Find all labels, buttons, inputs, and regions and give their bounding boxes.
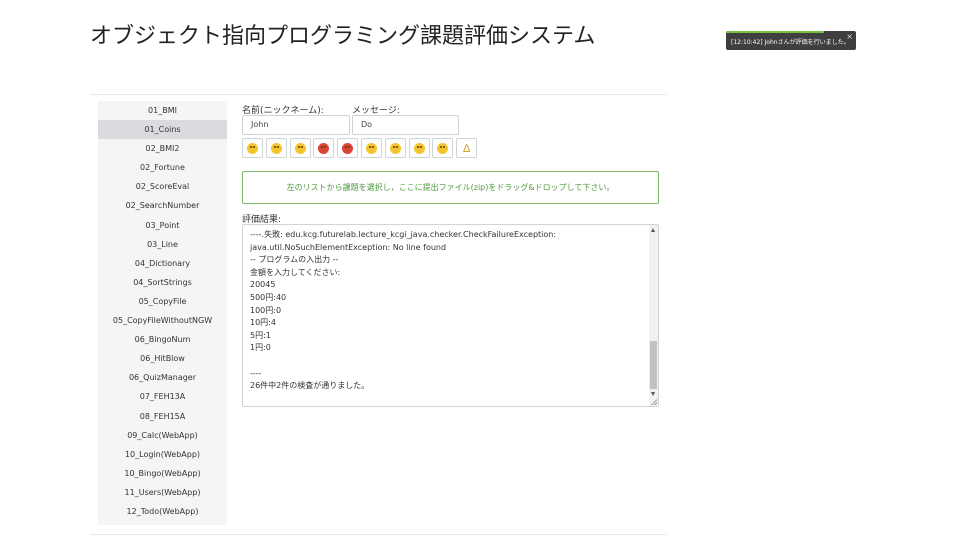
devil-face-icon bbox=[318, 142, 330, 154]
angry-face-icon bbox=[342, 142, 354, 154]
sidebar-item[interactable]: 10_Login(WebApp) bbox=[98, 445, 227, 464]
emoji-button[interactable] bbox=[265, 138, 287, 158]
toast-message: [12:10:42] Johnさんが評価を行いました。 bbox=[731, 39, 850, 46]
emoji-button[interactable] bbox=[408, 138, 430, 158]
scroll-down-icon[interactable] bbox=[651, 392, 655, 396]
sidebar-item[interactable]: 02_Fortune bbox=[98, 158, 227, 177]
result-text: ----.失敗: edu.kcg.futurelab.lecture_kcgi_… bbox=[250, 229, 645, 393]
result-line: 26件中2件の検査が通りました。 bbox=[250, 381, 370, 391]
sidebar-item[interactable]: 03_Line bbox=[98, 235, 227, 254]
file-drop-zone[interactable]: 左のリストから課題を選択し，ここに提出ファイル(zip)をドラッグ&ドロップして… bbox=[242, 171, 659, 204]
sidebar-item[interactable]: 01_BMI bbox=[98, 101, 227, 120]
result-line: -- プログラムの入出力 -- bbox=[250, 255, 339, 265]
emoji-button[interactable] bbox=[337, 138, 359, 158]
cat-face-icon bbox=[413, 142, 425, 154]
result-line: 1円:0 bbox=[250, 343, 271, 353]
emoji-button[interactable] bbox=[289, 138, 311, 158]
resize-handle-icon[interactable] bbox=[651, 399, 657, 405]
sidebar-item[interactable]: 02_ScoreEval bbox=[98, 177, 227, 196]
close-icon[interactable]: × bbox=[846, 32, 853, 41]
result-line: java.util.NoSuchElementException: No lin… bbox=[250, 242, 447, 252]
sidebar-item[interactable]: 06_HitBlow bbox=[98, 349, 227, 368]
sidebar-item[interactable]: 05_CopyFileWithoutNGW bbox=[98, 311, 227, 330]
result-line: 500円:40 bbox=[250, 292, 287, 302]
emoji-button[interactable] bbox=[384, 138, 406, 158]
notification-toast[interactable]: [12:10:42] Johnさんが評価を行いました。 × bbox=[726, 31, 856, 50]
sidebar-item[interactable]: 04_SortStrings bbox=[98, 273, 227, 292]
result-textarea[interactable]: ----.失敗: edu.kcg.futurelab.lecture_kcgi_… bbox=[242, 224, 659, 407]
emoji-button[interactable] bbox=[242, 138, 263, 158]
result-line: ----.失敗: edu.kcg.futurelab.lecture_kcgi_… bbox=[250, 230, 557, 239]
result-scrollbar[interactable] bbox=[649, 225, 658, 406]
top-divider bbox=[90, 94, 667, 95]
message-input[interactable]: Do bbox=[352, 115, 459, 135]
result-line: 100円:0 bbox=[250, 305, 282, 315]
result-line bbox=[250, 355, 645, 368]
sidebar-item[interactable]: 05_CopyFile bbox=[98, 292, 227, 311]
wink-face-icon bbox=[366, 142, 377, 154]
emoji-button[interactable] bbox=[361, 138, 382, 158]
result-line: 5円:1 bbox=[250, 330, 271, 340]
result-line: 20045 bbox=[250, 280, 276, 290]
grin-face-icon bbox=[270, 142, 282, 154]
sidebar-item[interactable]: 06_QuizManager bbox=[98, 368, 227, 387]
sidebar-item[interactable]: 06_BingoNum bbox=[98, 330, 227, 349]
sidebar-item[interactable]: 12_Todo(WebApp) bbox=[98, 502, 227, 521]
result-line: 10円:4 bbox=[250, 318, 276, 328]
bottom-divider bbox=[90, 534, 667, 535]
scream-face-icon bbox=[389, 142, 401, 154]
sidebar-item[interactable]: 02_BMI2 bbox=[98, 139, 227, 158]
praying-hands-icon: ∆ bbox=[463, 141, 471, 155]
emoji-button[interactable]: ∆ bbox=[456, 138, 478, 158]
sidebar-item[interactable]: 09_Calc(WebApp) bbox=[98, 426, 227, 445]
toast-progress-bar bbox=[726, 31, 824, 33]
scroll-up-icon[interactable] bbox=[651, 228, 655, 232]
name-input[interactable]: John bbox=[242, 115, 350, 135]
sidebar-item[interactable]: 10_Bingo(WebApp) bbox=[98, 464, 227, 483]
squint-face-icon bbox=[294, 142, 306, 154]
sidebar-item[interactable]: 07_FEH13A bbox=[98, 387, 227, 406]
sidebar-item[interactable]: 08_FEH15A bbox=[98, 407, 227, 426]
sidebar-item[interactable]: 02_SearchNumber bbox=[98, 196, 227, 215]
smirk-face-icon bbox=[437, 142, 449, 154]
smile-face-icon bbox=[247, 142, 258, 154]
scroll-thumb[interactable] bbox=[650, 341, 657, 389]
sidebar-item[interactable]: 04_Dictionary bbox=[98, 254, 227, 273]
result-line: 金額を入力してください: bbox=[250, 267, 341, 277]
sidebar-item[interactable]: 01_Coins bbox=[98, 120, 227, 140]
assignment-list: 01_BMI 01_Coins 02_BMI2 02_Fortune 02_ScoreE… bbox=[98, 101, 227, 525]
result-line: ---- bbox=[250, 368, 262, 378]
emoji-button[interactable] bbox=[313, 138, 335, 158]
sidebar-item[interactable]: 11_Users(WebApp) bbox=[98, 483, 227, 502]
emoji-button[interactable] bbox=[432, 138, 454, 158]
page-title: オブジェクト指向プログラミング課題評価システム bbox=[90, 24, 596, 49]
sidebar-item[interactable]: 03_Point bbox=[98, 216, 227, 235]
